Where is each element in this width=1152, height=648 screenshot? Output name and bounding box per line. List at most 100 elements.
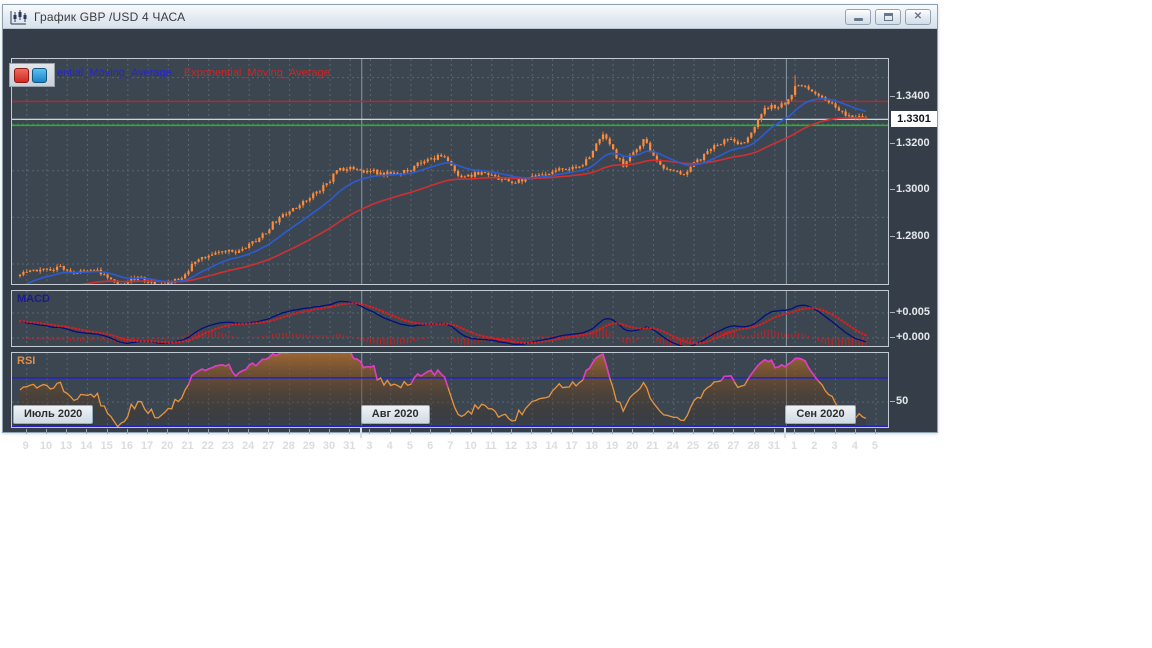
- time-tick: [632, 429, 634, 434]
- time-tick: [794, 429, 796, 434]
- ema-slow-legend-label: Exponential_Moving_Average: [183, 67, 330, 79]
- restore-button[interactable]: [875, 9, 901, 25]
- price-tick-13000: 1.3000: [896, 183, 930, 195]
- time-label: 4: [386, 440, 393, 452]
- time-tick: [854, 429, 856, 434]
- time-label: 24: [666, 440, 679, 452]
- time-label: 31: [343, 440, 356, 452]
- time-label: 27: [262, 440, 275, 452]
- time-label: 2: [811, 440, 818, 452]
- time-tick: [612, 429, 614, 434]
- macd-panel[interactable]: MACD: [11, 290, 889, 347]
- time-label: 29: [302, 440, 315, 452]
- time-label: 17: [565, 440, 578, 452]
- time-tick: [874, 429, 876, 434]
- time-tick: [167, 429, 169, 434]
- time-tick: [25, 429, 27, 434]
- rsi-tick-50: 50: [896, 395, 909, 407]
- time-label: 6: [427, 440, 434, 452]
- time-label: 28: [747, 440, 760, 452]
- time-tick: [349, 429, 351, 434]
- time-tick: [430, 429, 432, 434]
- rsi-panel[interactable]: RSI: [11, 352, 889, 428]
- time-label: 18: [585, 440, 599, 452]
- time-tick: [834, 429, 836, 434]
- time-label: 13: [525, 440, 538, 452]
- time-tick: [248, 429, 250, 434]
- time-label: 19: [605, 440, 619, 452]
- time-label: 15: [100, 440, 113, 452]
- time-label: 24: [242, 440, 255, 452]
- macd-tick-0000: +0.000: [896, 331, 930, 343]
- indicator-red-button[interactable]: [14, 67, 29, 83]
- time-label: 4: [851, 440, 858, 452]
- window-title: График GBP /USD 4 ЧАСА: [34, 9, 186, 24]
- time-tick: [207, 429, 209, 434]
- indicator-buttons-panel: [9, 63, 55, 87]
- time-label: 5: [871, 440, 879, 452]
- time-tick: [187, 429, 189, 434]
- month-button-july[interactable]: Июль 2020: [13, 405, 94, 424]
- time-axis: 9 10 13 14 15 16 17 20 21 22 23 24 27 28 29 30 31 3 4 5 6 7 10…: [3, 428, 939, 458]
- time-label: 28: [282, 440, 295, 452]
- time-label: 21: [181, 440, 194, 452]
- month-button-august[interactable]: Авг 2020: [360, 405, 430, 424]
- current-price-marker: 1.3301: [891, 111, 937, 127]
- time-tick: [470, 429, 472, 434]
- ema-fast-legend-label: ential_Moving_Average: [57, 67, 172, 79]
- month-button-september[interactable]: Сен 2020: [785, 405, 856, 424]
- month-separator-tick: [784, 428, 787, 438]
- time-label: 27: [727, 440, 740, 452]
- time-tick: [389, 429, 391, 434]
- price-tick-13200: 1.3200: [896, 137, 930, 149]
- time-label: 26: [707, 440, 720, 452]
- legend: ential_Moving_Average Exponential_Moving…: [57, 67, 330, 79]
- candlestick-chart-icon: [10, 9, 28, 25]
- time-tick: [45, 429, 47, 434]
- restore-icon: [883, 13, 893, 21]
- minimize-icon: [853, 18, 863, 21]
- time-tick: [369, 429, 371, 434]
- time-tick: [450, 429, 452, 434]
- titlebar: График GBP /USD 4 ЧАСА ✕: [3, 5, 937, 29]
- chart-content: ential_Moving_Average Exponential_Moving…: [3, 29, 937, 452]
- time-tick: [126, 429, 128, 434]
- time-tick: [227, 429, 229, 434]
- time-tick: [147, 429, 149, 434]
- price-tick-12800: 1.2800: [896, 230, 930, 242]
- indicator-blue-button[interactable]: [32, 67, 47, 83]
- time-tick: [713, 429, 715, 434]
- time-label: 21: [646, 440, 659, 452]
- time-tick: [86, 429, 88, 434]
- time-tick: [511, 429, 513, 434]
- time-label: 25: [686, 440, 700, 452]
- time-label: 16: [120, 440, 133, 452]
- time-tick: [288, 429, 290, 434]
- time-tick: [814, 429, 816, 434]
- time-label: 17: [140, 440, 154, 452]
- time-tick: [329, 429, 331, 434]
- minimize-button[interactable]: [845, 9, 871, 25]
- time-label: 14: [545, 440, 558, 452]
- time-label: 20: [626, 440, 639, 452]
- time-tick: [652, 429, 654, 434]
- time-label: 22: [201, 440, 214, 452]
- close-button[interactable]: ✕: [905, 9, 931, 25]
- time-label: 31: [767, 440, 780, 452]
- time-label: 20: [161, 440, 174, 452]
- main-price-chart[interactable]: [11, 58, 889, 285]
- time-label: 11: [484, 440, 497, 452]
- time-label: 14: [80, 440, 93, 452]
- time-label: 12: [504, 440, 518, 452]
- chart-window: График GBP /USD 4 ЧАСА ✕ ential_Moving_A…: [2, 4, 938, 452]
- time-tick: [773, 429, 775, 434]
- time-tick: [531, 429, 533, 434]
- time-tick: [591, 429, 593, 434]
- time-tick: [753, 429, 755, 434]
- time-tick: [490, 429, 492, 434]
- time-tick: [106, 429, 108, 434]
- close-icon: ✕: [913, 11, 923, 22]
- time-label: 1: [791, 440, 798, 452]
- time-label: 10: [464, 440, 477, 452]
- time-tick: [268, 429, 270, 434]
